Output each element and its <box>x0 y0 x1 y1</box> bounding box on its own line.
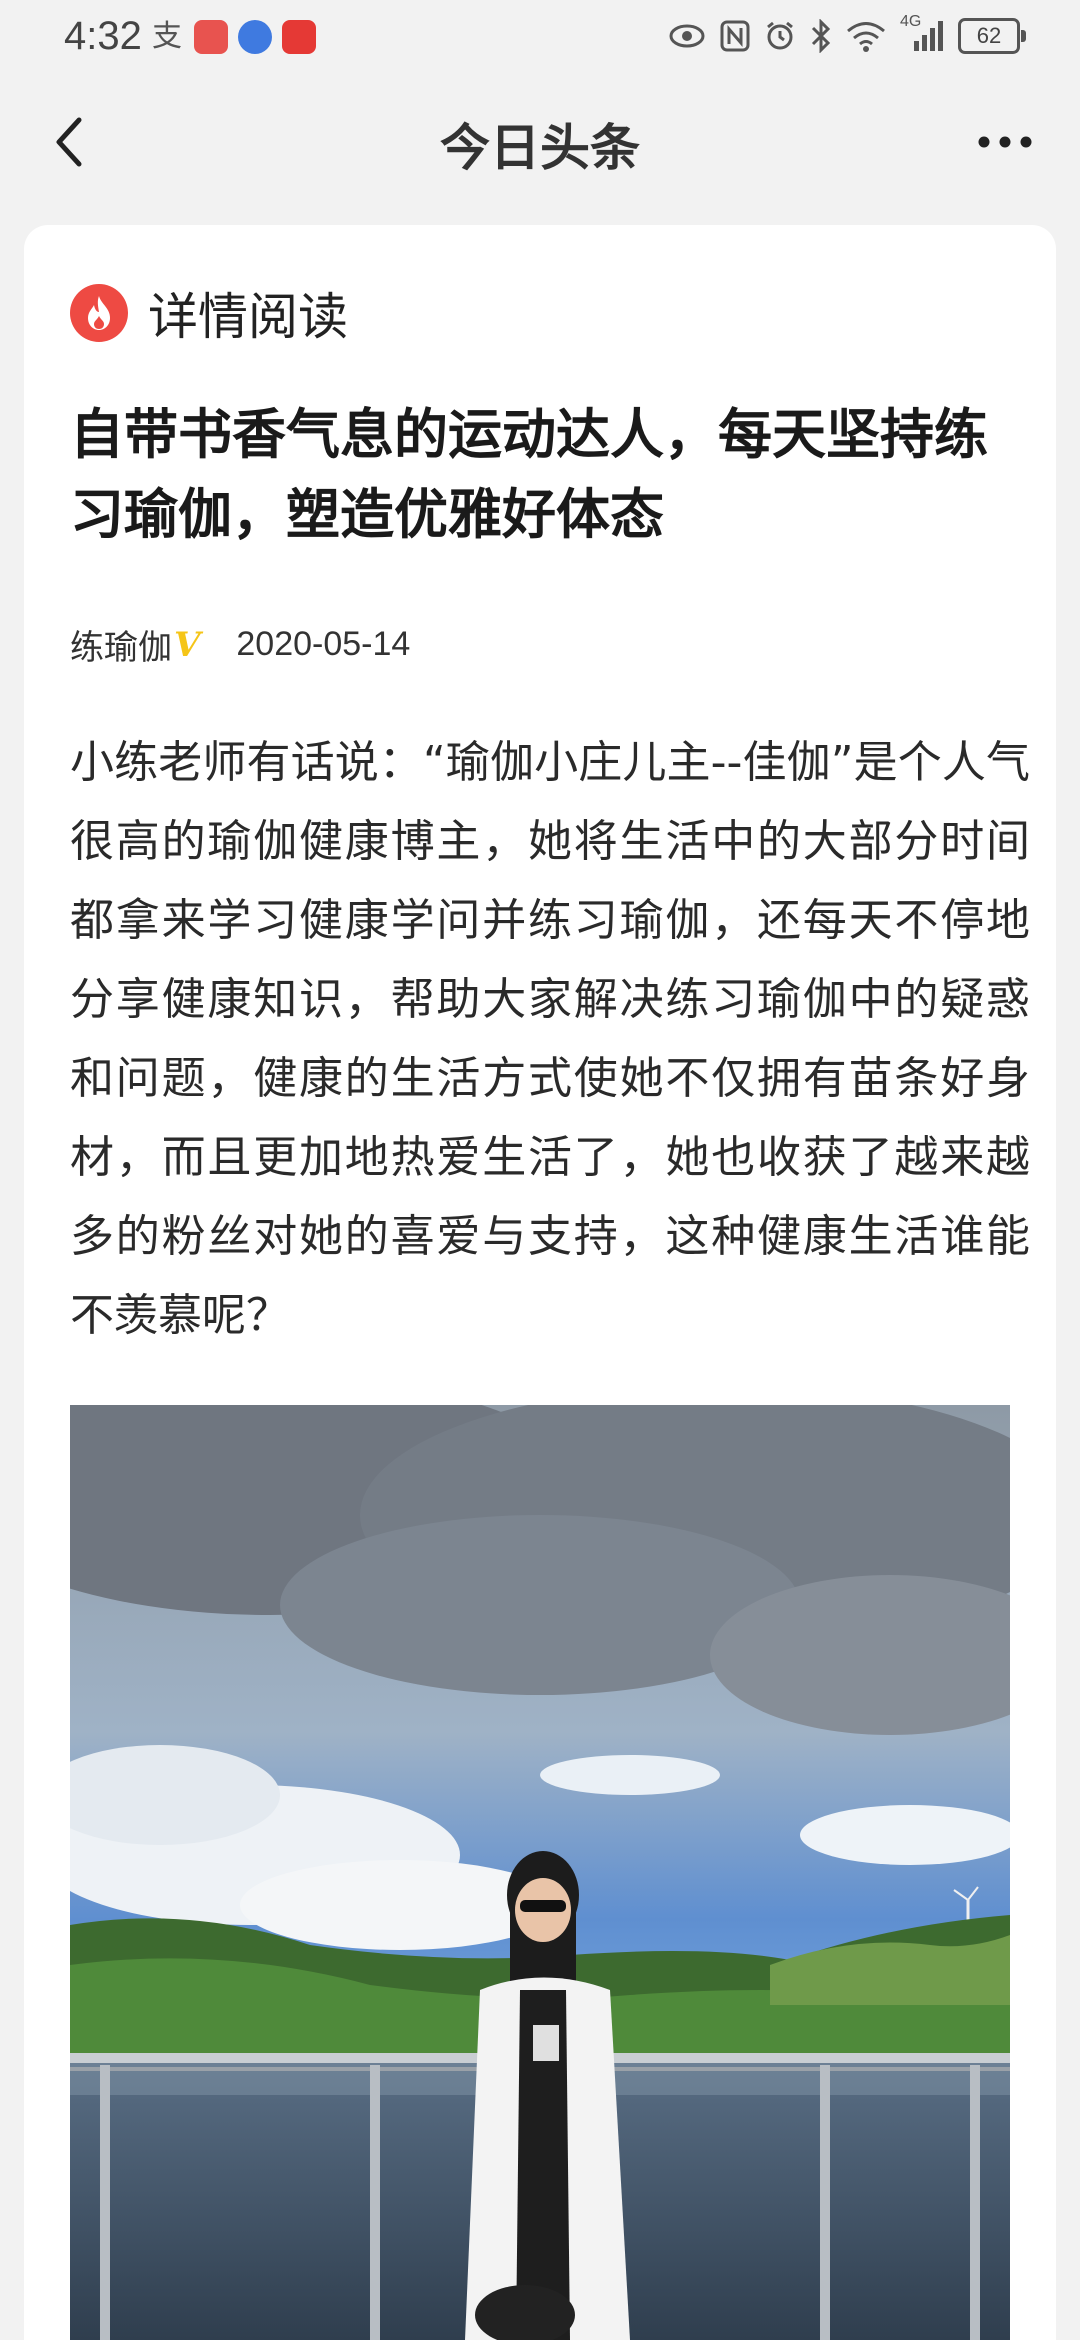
verified-icon: V <box>174 624 201 665</box>
article-title: 自带书香气息的运动达人，每天坚持练习瑜伽，塑造优雅好体态 <box>70 403 988 546</box>
alarm-icon <box>767 21 793 50</box>
system-icons: 4G 62 <box>668 13 1026 54</box>
nfc-icon <box>720 20 750 52</box>
title-bar: 今日头条 <box>0 90 1080 200</box>
wifi-icon <box>847 22 885 52</box>
publish-date: 2020-05-14 <box>236 625 411 663</box>
fire-icon <box>70 284 128 342</box>
photo-illustration <box>70 1405 1010 2340</box>
battery-icon: 62 <box>958 18 1026 54</box>
more-dots-icon <box>978 136 1032 148</box>
notification-icons: 支 <box>150 20 316 54</box>
section-header: 详情阅读 <box>70 277 348 349</box>
author-name[interactable]: 练瑜伽 <box>70 620 172 669</box>
article-body: 小练老师有话说：“瑜伽小庄儿主--佳伽”是个人气很高的瑜伽健康博主，她将生活中的… <box>70 737 1030 1341</box>
alipay-icon: 支 <box>152 19 182 54</box>
status-bar: 4:32 支 4G 62 <box>0 0 1080 76</box>
browser-icon <box>238 20 272 54</box>
status-time: 4:32 <box>64 14 142 58</box>
article-meta: 练瑜伽 V 2020-05-14 <box>70 620 410 669</box>
huawei-app-icon <box>194 20 228 54</box>
shopping-app-icon <box>282 20 316 54</box>
section-label: 详情阅读 <box>148 288 348 346</box>
article-photo[interactable] <box>70 1405 1010 2340</box>
article-card: 详情阅读 自带书香气息的运动达人，每天坚持练习瑜伽，塑造优雅好体态 练瑜伽 V … <box>24 225 1056 2340</box>
page-title: 今日头条 <box>440 119 640 177</box>
more-button[interactable] <box>970 112 1040 172</box>
bluetooth-icon <box>811 19 831 53</box>
cellular-signal-icon: 4G <box>900 13 944 53</box>
eye-icon <box>669 24 705 48</box>
